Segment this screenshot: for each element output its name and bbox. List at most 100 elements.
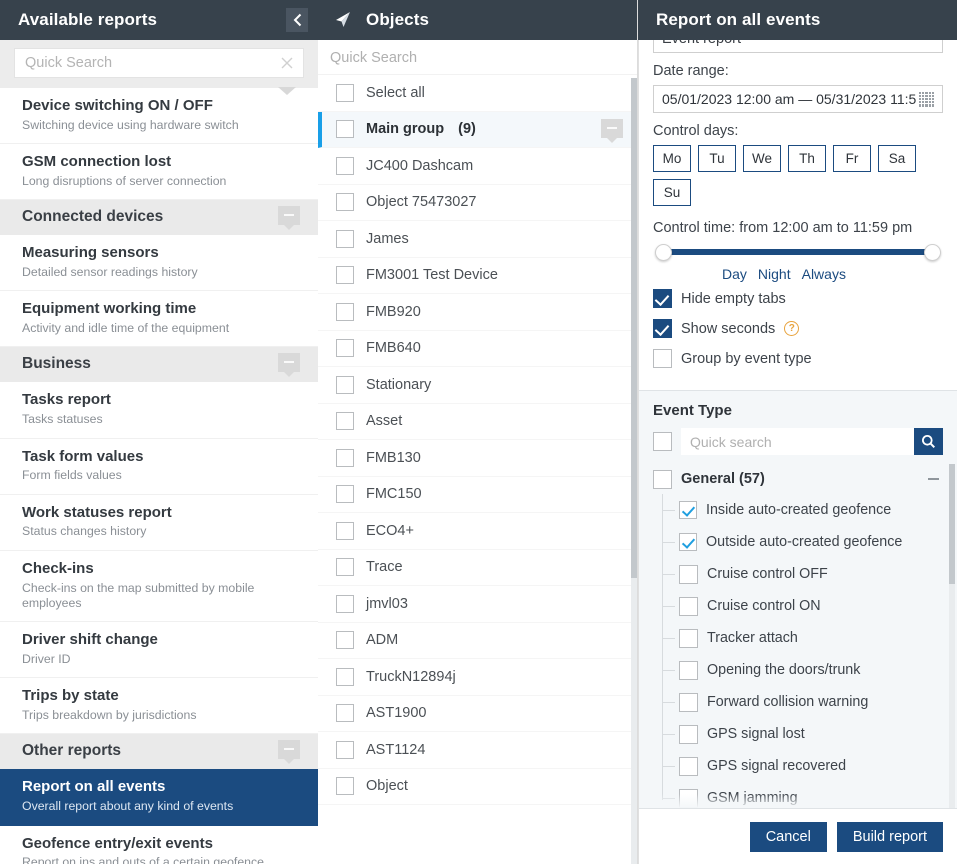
show-seconds-checkbox[interactable] — [653, 319, 672, 338]
report-item-report-on-all-events[interactable]: Report on all events Overall report abou… — [0, 769, 318, 826]
event-type-checkbox[interactable] — [679, 660, 698, 680]
time-preset-always[interactable]: Always — [802, 266, 846, 282]
object-checkbox[interactable] — [336, 740, 354, 759]
collapse-group-icon[interactable] — [278, 206, 300, 231]
search-icon[interactable] — [914, 428, 943, 455]
event-type-checkbox[interactable] — [679, 533, 697, 551]
report-item-equipment-working-time[interactable]: Equipment working time Activity and idle… — [0, 291, 318, 348]
search-box[interactable] — [14, 48, 304, 78]
report-item-tasks-report[interactable]: Tasks report Tasks statuses — [0, 382, 318, 439]
object-checkbox[interactable] — [336, 704, 354, 723]
event-type-checkbox[interactable] — [679, 501, 697, 519]
event-type-item[interactable]: Outside auto-created geofence — [658, 526, 957, 558]
report-item-gsm-connection-lost[interactable]: GSM connection lost Long disruptions of … — [0, 144, 318, 201]
select-all-checkbox[interactable] — [336, 83, 354, 102]
hide-empty-tabs-checkbox[interactable] — [653, 289, 672, 308]
collapse-group-icon[interactable] — [278, 740, 300, 765]
object-checkbox[interactable] — [336, 558, 354, 577]
event-type-item[interactable]: Tracker attach — [658, 622, 957, 654]
object-checkbox[interactable] — [336, 156, 354, 175]
list-item[interactable]: AST1124 — [318, 732, 637, 769]
list-item[interactable]: FMB640 — [318, 331, 637, 367]
event-type-checkbox[interactable] — [679, 596, 698, 616]
list-item[interactable]: ADM — [318, 623, 637, 659]
list-item[interactable]: Trace — [318, 550, 637, 586]
object-checkbox[interactable] — [336, 594, 354, 613]
list-item[interactable]: AST1900 — [318, 696, 637, 732]
list-item[interactable]: FM3001 Test Device — [318, 258, 637, 294]
report-group-business[interactable]: Business — [0, 347, 318, 383]
close-icon[interactable] — [279, 55, 295, 71]
object-checkbox[interactable] — [336, 521, 354, 540]
report-item-check-ins[interactable]: Check-ins Check-ins on the map submitted… — [0, 551, 318, 623]
object-checkbox[interactable] — [336, 448, 354, 467]
build-report-button[interactable]: Build report — [836, 821, 943, 852]
hide-empty-tabs-row[interactable]: Hide empty tabs — [653, 289, 943, 308]
event-type-search-input[interactable] — [681, 428, 914, 455]
group-checkbox[interactable] — [336, 120, 354, 139]
list-item[interactable]: jmvl03 — [318, 586, 637, 623]
report-item-measuring-sensors[interactable]: Measuring sensors Detailed sensor readin… — [0, 235, 318, 292]
day-button-su[interactable]: Su — [653, 179, 691, 206]
control-time-slider[interactable] — [655, 242, 941, 262]
objects-search-input[interactable] — [330, 50, 623, 66]
object-checkbox[interactable] — [336, 667, 354, 686]
list-item[interactable]: James — [318, 221, 637, 258]
event-type-group-checkbox[interactable] — [653, 469, 672, 489]
event-type-checkbox[interactable] — [679, 628, 698, 648]
event-type-checkbox[interactable] — [679, 756, 698, 776]
time-preset-night[interactable]: Night — [758, 266, 791, 282]
report-group-connected-devices[interactable]: Connected devices — [0, 200, 318, 236]
object-checkbox[interactable] — [336, 339, 354, 358]
event-type-item[interactable]: Cruise control ON — [658, 590, 957, 622]
day-button-fr[interactable]: Fr — [833, 145, 871, 172]
day-button-we[interactable]: We — [743, 145, 781, 172]
collapse-group-icon[interactable] — [278, 353, 300, 378]
report-item-work-statuses-report[interactable]: Work statuses report Status changes hist… — [0, 495, 318, 551]
object-checkbox[interactable] — [336, 631, 354, 650]
object-group-main-group[interactable]: Main group (9) — [318, 111, 637, 148]
event-type-group-general[interactable]: General (57) — [653, 464, 957, 494]
object-checkbox[interactable] — [336, 375, 354, 394]
list-item[interactable]: FMB920 — [318, 294, 637, 331]
report-name-field[interactable]: Event report — [653, 40, 943, 53]
group-by-event-type-checkbox[interactable] — [653, 349, 672, 368]
objects-scrollbar[interactable] — [631, 78, 637, 864]
list-item[interactable]: FMC150 — [318, 477, 637, 513]
time-preset-day[interactable]: Day — [722, 266, 747, 282]
event-type-item[interactable]: GSM jamming — [658, 782, 957, 808]
list-item[interactable]: ECO4+ — [318, 513, 637, 550]
event-type-checkbox[interactable] — [679, 564, 698, 584]
day-button-tu[interactable]: Tu — [698, 145, 736, 172]
list-item[interactable]: FMB130 — [318, 440, 637, 477]
question-mark-icon[interactable]: ? — [784, 321, 800, 336]
event-type-checkbox[interactable] — [679, 692, 698, 712]
object-checkbox[interactable] — [336, 266, 354, 285]
search-input[interactable] — [25, 55, 279, 71]
event-type-item[interactable]: GPS signal recovered — [658, 750, 957, 782]
list-item[interactable]: Stationary — [318, 367, 637, 404]
slider-handle-start[interactable] — [655, 244, 672, 261]
object-checkbox[interactable] — [336, 229, 354, 248]
calendar-icon[interactable] — [919, 91, 934, 107]
day-button-mo[interactable]: Mo — [653, 145, 691, 172]
event-type-checkbox[interactable] — [679, 788, 698, 808]
event-type-item[interactable]: Opening the doors/trunk — [658, 654, 957, 686]
collapse-group-icon[interactable] — [601, 118, 623, 143]
chevron-left-icon[interactable] — [286, 8, 308, 32]
day-button-th[interactable]: Th — [788, 145, 826, 172]
object-checkbox[interactable] — [336, 485, 354, 504]
select-all-row[interactable]: Select all — [318, 75, 637, 112]
object-checkbox[interactable] — [336, 777, 354, 796]
event-type-item[interactable]: Forward collision warning — [658, 686, 957, 718]
slider-handle-end[interactable] — [924, 244, 941, 261]
list-item[interactable]: Object 75473027 — [318, 185, 637, 221]
event-type-select-all-checkbox[interactable] — [653, 432, 672, 451]
list-item[interactable]: Asset — [318, 404, 637, 440]
event-type-item[interactable]: Inside auto-created geofence — [658, 494, 957, 526]
object-checkbox[interactable] — [336, 412, 354, 431]
report-item-geofence-entry-exit-events[interactable]: Geofence entry/exit events Report on ins… — [0, 826, 318, 864]
event-type-item[interactable]: GPS signal lost — [658, 718, 957, 750]
event-type-item[interactable]: Cruise control OFF — [658, 558, 957, 590]
report-item-trips-by-state[interactable]: Trips by state Trips breakdown by jurisd… — [0, 678, 318, 735]
